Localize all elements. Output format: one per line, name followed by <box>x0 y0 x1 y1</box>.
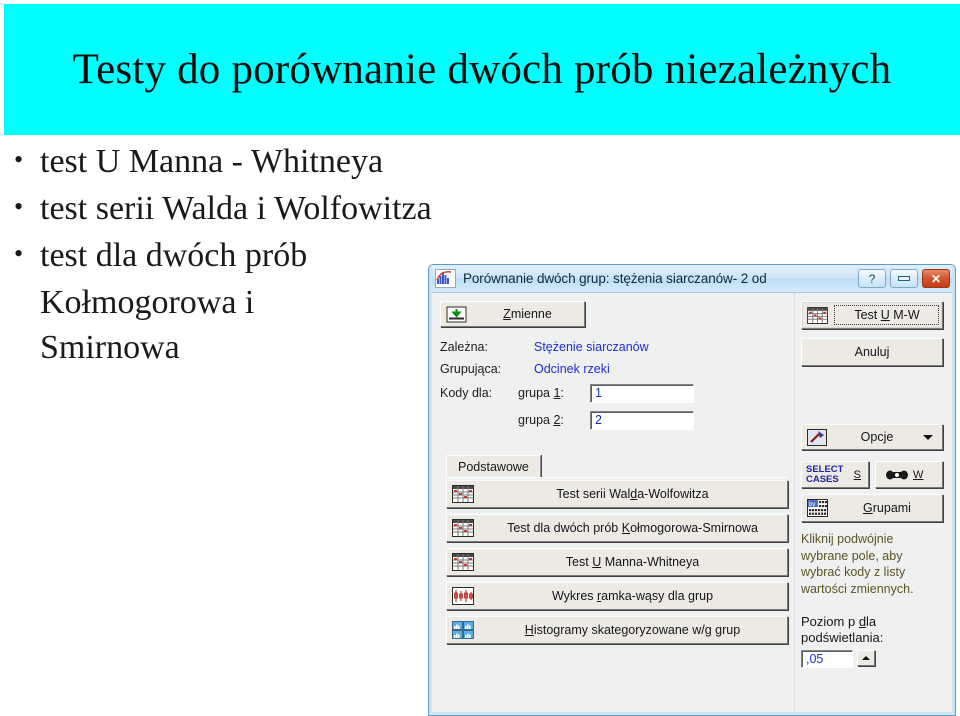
groups-button[interactable]: by Grupami <box>801 494 943 522</box>
kolmogorov-smirnov-button[interactable]: Test dla dwóch prób Kołmogorowa-Smirnowa <box>446 514 788 542</box>
dialog-titlebar[interactable]: Porównanie dwóch grup: stężenia siarczan… <box>429 265 955 293</box>
chevron-down-icon <box>923 434 933 440</box>
weight-shortcut: W <box>913 468 924 481</box>
chart-histogram-icon <box>435 269 456 288</box>
mann-whitney-label: Test U Manna-Whitneya <box>565 555 700 569</box>
hint-line-4: wartości zmiennych. <box>801 581 914 596</box>
variables-button[interactable]: Zmienne <box>440 301 585 327</box>
dialog-left-panel: Zmienne Zależna: Stężenie siarczanów Gru… <box>432 293 794 715</box>
hint-line-3: wybrać kody z listy <box>801 565 906 580</box>
categorized-histograms-button[interactable]: Histogramy skategoryzowane w/g grup <box>446 616 788 644</box>
p-level-label-line2: podświetlania: <box>801 629 884 645</box>
histogram-grid-icon <box>452 621 474 639</box>
slide-title-banner: Testy do porównanie dwóch prób niezależn… <box>4 4 960 135</box>
dependent-variable-label: Zależna: <box>440 340 488 354</box>
bullet-icon: • <box>14 238 24 268</box>
grouping-variable-row: Grupująca: Odcinek rzeki <box>440 358 788 380</box>
variable-fields: Zależna: Stężenie siarczanów Grupująca: … <box>440 336 788 434</box>
tab-podstawowe[interactable]: Podstawowe <box>446 455 541 478</box>
spreadsheet-icon <box>807 306 828 324</box>
tab-underline <box>446 477 788 478</box>
by-groups-icon: by <box>807 499 828 517</box>
codes-row-1: Kody dla: grupa 1: 1 <box>440 380 788 406</box>
select-cases-label: SELECT CASES <box>806 463 844 485</box>
p-level-stepper[interactable]: ,05 <box>801 650 945 668</box>
list-item-label: test U Manna - Whitneya <box>40 143 384 180</box>
kolmogorov-smirnov-label: Test dla dwóch prób Kołmogorowa-Smirnowa <box>507 521 758 535</box>
caret-up-icon <box>862 656 870 660</box>
variables-icon <box>446 306 467 323</box>
select-cases-shortcut: S <box>853 468 861 481</box>
comparison-dialog: Porównanie dwóch grup: stężenia siarczan… <box>428 264 956 716</box>
list-item: • test U Manna - Whitneya <box>14 140 514 185</box>
mann-whitney-button[interactable]: Test U Manna-Whitneya <box>446 548 788 576</box>
run-test-button[interactable]: Test U M-W <box>801 301 943 329</box>
close-button[interactable]: ✕ <box>922 269 950 288</box>
right-panel-spacer <box>801 375 945 424</box>
dependent-variable-row: Zależna: Stężenie siarczanów <box>440 336 788 358</box>
group2-code-input[interactable]: 2 <box>590 410 694 430</box>
codes-row-2: grupa 2: 2 <box>440 406 788 434</box>
hint-line-1: Kliknij podwójnie <box>801 532 894 546</box>
spreadsheet-icon <box>452 519 474 537</box>
codes-label: Kody dla: <box>440 386 493 400</box>
list-item: • test serii Walda i Wolfowitza <box>14 187 514 232</box>
dialog-title: Porównanie dwóch grup: stężenia siarczan… <box>463 271 767 286</box>
p-level-label: Poziom p dla podświetlania: <box>801 614 945 647</box>
dialog-body: Zmienne Zależna: Stężenie siarczanów Gru… <box>432 293 952 715</box>
list-item-label: test serii Walda i Wolfowitza <box>40 189 432 227</box>
categorized-histograms-label: Histogramy skategoryzowane w/g grup <box>524 623 741 637</box>
help-button[interactable]: ? <box>858 269 886 288</box>
boxplot-icon <box>452 587 474 605</box>
options-button-label: Opcje <box>860 430 894 444</box>
svg-text:by: by <box>809 502 815 508</box>
groups-button-label: Grupami <box>863 501 911 515</box>
window-controls: ? ✕ <box>858 269 955 288</box>
grouping-variable-label: Grupująca: <box>440 362 502 376</box>
p-level-label-line1: Poziom p dla <box>801 613 877 629</box>
hint-line-2: wybrane pole, aby <box>801 548 903 563</box>
group2-label: grupa 2: <box>518 413 564 427</box>
focus-indicator <box>834 305 939 325</box>
wald-wolfowitz-label: Test serii Walda-Wolfowitza <box>556 487 709 501</box>
weight-button[interactable]: W <box>875 461 943 488</box>
group1-code-input[interactable]: 1 <box>590 383 694 403</box>
hint-text: Kliknij podwójnie wybrane pole, aby wybr… <box>801 531 941 598</box>
tools-icon <box>807 428 827 446</box>
minimize-button[interactable] <box>890 269 918 288</box>
p-level-input[interactable]: ,05 <box>801 650 853 668</box>
options-button[interactable]: Opcje <box>801 424 943 450</box>
spreadsheet-icon <box>452 485 474 503</box>
right-panel-spacer-2 <box>801 450 945 461</box>
analysis-button-list: Test serii Walda-Wolfowitza Test dla dwó… <box>446 480 788 650</box>
bullet-icon: • <box>14 191 24 221</box>
cancel-button[interactable]: Anuluj <box>801 338 943 366</box>
dependent-variable-value[interactable]: Stężenie siarczanów <box>518 340 649 354</box>
wald-wolfowitz-button[interactable]: Test serii Walda-Wolfowitza <box>446 480 788 508</box>
boxplot-button[interactable]: Wykres ramka-wąsy dla grup <box>446 582 788 610</box>
minimize-icon <box>898 276 910 281</box>
group1-label: grupa 1: <box>518 386 564 400</box>
page-title-line2: niezależnych <box>664 45 892 93</box>
variables-button-label: Zmienne <box>503 307 552 321</box>
weight-icon <box>885 468 909 482</box>
page-title-line1: Testy do porównanie dwóch prób <box>72 45 654 93</box>
boxplot-label: Wykres ramka-wąsy dla grup <box>551 589 714 603</box>
page-title: Testy do porównanie dwóch prób niezależn… <box>67 47 897 92</box>
p-level-increment-button[interactable] <box>857 650 875 666</box>
spreadsheet-icon <box>452 553 474 571</box>
cancel-button-label: Anuluj <box>854 345 890 359</box>
tabstrip: Podstawowe <box>446 455 788 478</box>
selection-weight-row: SELECT CASES S W <box>801 461 945 488</box>
grouping-variable-value[interactable]: Odcinek rzeki <box>518 362 610 376</box>
dialog-right-panel: Test U M-W Anuluj Opcje SELECT CASES S W… <box>794 293 952 715</box>
select-cases-button[interactable]: SELECT CASES S <box>801 461 869 488</box>
bullet-icon: • <box>14 145 24 174</box>
